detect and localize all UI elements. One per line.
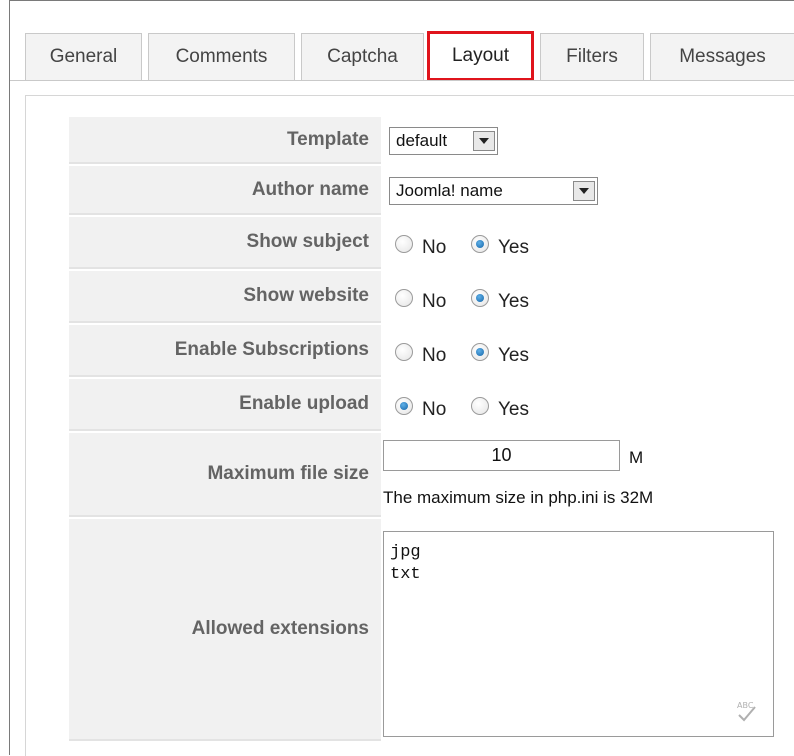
enable-subscriptions-yes-radio[interactable] (471, 343, 489, 361)
show-website-yes-label: Yes (498, 291, 529, 312)
template-select-value: default (396, 131, 448, 150)
tab-layout-label: Layout (451, 45, 510, 66)
tab-captcha-label: Captcha (327, 46, 398, 67)
show-subject-label: Show subject (69, 217, 381, 269)
chevron-down-icon (473, 131, 495, 151)
tab-filters-label: Filters (566, 46, 618, 67)
tab-general-label: General (49, 46, 118, 67)
allowed-extensions-textarea[interactable]: jpg txt ABC (383, 531, 774, 737)
tab-bar-divider (10, 80, 794, 81)
author-name-select-value: Joomla! name (396, 181, 503, 200)
allowed-extension-line: txt (390, 565, 421, 584)
tab-layout[interactable]: Layout (427, 31, 534, 81)
enable-subscriptions-label: Enable Subscriptions (69, 325, 381, 377)
enable-upload-no-label: No (422, 399, 447, 420)
template-select[interactable]: default (389, 127, 498, 155)
tab-bar: General Comments Captcha Layout Filters … (10, 1, 794, 83)
enable-subscriptions-no-label: No (422, 345, 447, 366)
max-file-size-note: The maximum size in php.ini is 32M (383, 488, 654, 507)
author-name-label: Author name (69, 166, 381, 215)
show-subject-no-radio[interactable] (395, 235, 413, 253)
max-file-size-label: Maximum file size (69, 433, 381, 517)
tab-general[interactable]: General (25, 33, 142, 80)
svg-text:ABC: ABC (737, 701, 754, 710)
allowed-extensions-label: Allowed extensions (69, 519, 381, 741)
enable-upload-yes-label: Yes (498, 399, 529, 420)
tab-messages[interactable]: Messages (650, 33, 794, 80)
enable-upload-yes-radio[interactable] (471, 397, 489, 415)
enable-upload-no-radio[interactable] (395, 397, 413, 415)
tab-comments[interactable]: Comments (148, 33, 295, 80)
tab-comments-label: Comments (175, 46, 268, 67)
show-website-no-radio[interactable] (395, 289, 413, 307)
allowed-extension-line: jpg (390, 543, 421, 562)
max-file-size-unit: M (629, 448, 644, 467)
show-subject-yes-radio[interactable] (471, 235, 489, 253)
max-file-size-input[interactable]: 10 (383, 440, 620, 471)
show-website-yes-radio[interactable] (471, 289, 489, 307)
enable-subscriptions-no-radio[interactable] (395, 343, 413, 361)
chevron-down-icon (573, 181, 595, 201)
author-name-select[interactable]: Joomla! name (389, 177, 598, 205)
settings-window: General Comments Captcha Layout Filters … (9, 0, 794, 756)
enable-subscriptions-yes-label: Yes (498, 345, 529, 366)
tab-captcha[interactable]: Captcha (301, 33, 424, 80)
enable-upload-label: Enable upload (69, 379, 381, 431)
tab-filters[interactable]: Filters (540, 33, 644, 80)
show-subject-yes-label: Yes (498, 237, 529, 258)
show-website-label: Show website (69, 271, 381, 323)
template-label: Template (69, 117, 381, 164)
max-file-size-value: 10 (491, 445, 512, 465)
spellcheck-icon: ABC (737, 701, 756, 722)
show-website-no-label: No (422, 291, 447, 312)
show-subject-no-label: No (422, 237, 447, 258)
tab-messages-label: Messages (679, 46, 766, 67)
layout-settings-panel: Template default Author name Joomla! nam… (25, 95, 794, 756)
